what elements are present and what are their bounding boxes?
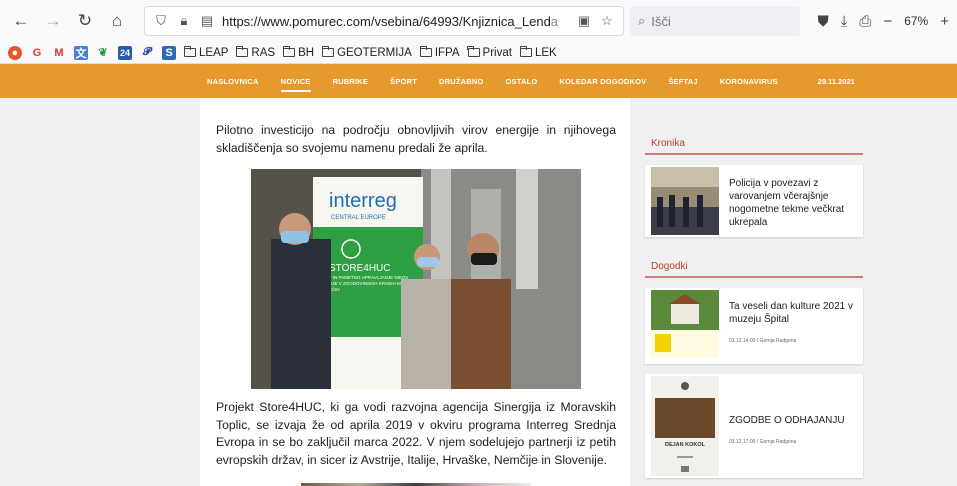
permissions-icon[interactable]: ▤ <box>199 13 215 29</box>
gmail-icon[interactable]: M <box>52 46 66 60</box>
s-icon[interactable]: S <box>162 45 176 60</box>
nav-item[interactable]: RUBRIKE <box>333 77 369 86</box>
zoom-in-icon[interactable]: + <box>940 13 949 30</box>
page-content: Pilotno investicijo na področju obnovlji… <box>0 98 957 486</box>
event1-title[interactable]: Ta veseli dan kulture 2021 v muzeju Špit… <box>729 290 857 326</box>
pocket-icon[interactable]: ⛊ <box>818 13 829 30</box>
article-photo[interactable]: interreg CENTRAL EUROPE STORE4HUC UČITEV… <box>251 169 581 389</box>
folder-icon <box>467 46 480 57</box>
section-title-kronika[interactable]: Kronika <box>645 98 863 155</box>
photo-illustration: interreg CENTRAL EUROPE STORE4HUC UČITEV… <box>251 169 581 389</box>
browser-toolbar: ← → ↻ ⌂ ⛉ 🔒︎ ▤ https://www.pomurec.com/v… <box>0 0 957 42</box>
back-arrow-icon[interactable]: ← <box>8 8 34 34</box>
svg-text:interreg: interreg <box>329 190 397 212</box>
reader-view-icon[interactable]: ▣ <box>576 13 592 29</box>
event-card-2[interactable]: DEJAN KOKOL ZGODBE O ODHAJANJU 03.12.17:… <box>645 374 863 478</box>
download-icon[interactable]: ⤓ <box>841 13 848 30</box>
bookmark-folder-lek[interactable]: LEK <box>519 46 557 59</box>
zoom-out-icon[interactable]: − <box>883 13 892 30</box>
bookmark-folder-leap[interactable]: LEAP <box>183 46 228 59</box>
kronika-card[interactable]: Policija v povezavi z varovanjem včerajš… <box>645 165 863 237</box>
search-bar[interactable]: ⌕ Išči <box>630 6 800 36</box>
bookmark-folder-bh[interactable]: BH <box>282 46 314 59</box>
bookmark-star-icon[interactable]: ☆ <box>599 13 615 29</box>
search-icon: ⌕ <box>638 13 646 28</box>
bookmark-logo-icon[interactable]: ● <box>8 45 22 60</box>
bookmark-folder-ras[interactable]: RAS <box>236 46 275 59</box>
event2-thumbnail[interactable]: DEJAN KOKOL <box>651 376 719 476</box>
folder-icon <box>282 46 296 57</box>
folder-icon <box>236 46 249 57</box>
event2-title[interactable]: ZGODBE O ODHAJANJU <box>729 376 845 427</box>
article-body: Projekt Store4HUC, ki ga vodi razvojna a… <box>216 400 616 467</box>
bookmark-folder-geotermija[interactable]: GEOTERMIJA <box>321 46 412 59</box>
site-date: 29.11.2021 <box>817 76 855 86</box>
toolbar-right: ⛊ ⤓ ⎙ − 67% + <box>818 13 949 30</box>
svg-text:CENTRAL EUROPE: CENTRAL EUROPE <box>331 215 386 221</box>
kronika-headline[interactable]: Policija v povezavi z varovanjem včerajš… <box>729 167 857 235</box>
translate-icon[interactable]: 文 <box>74 45 88 60</box>
home-icon[interactable]: ⌂ <box>104 8 130 34</box>
folder-icon <box>183 46 196 57</box>
forward-arrow-icon[interactable]: → <box>40 8 66 34</box>
nav-item[interactable]: NASLOVNICA <box>207 77 259 86</box>
folder-icon <box>419 46 432 57</box>
nav-item[interactable]: ŠPORT <box>390 77 417 86</box>
article: Pilotno investicijo na področju obnovlji… <box>200 98 630 486</box>
nav-item-active[interactable]: NOVICE <box>280 77 311 92</box>
print-icon[interactable]: ⎙ <box>859 13 871 30</box>
lock-icon[interactable]: 🔒︎ <box>176 13 192 29</box>
bookmark-folder-ifpa[interactable]: IFPA <box>419 46 460 59</box>
news24-icon[interactable]: 24 <box>118 45 132 60</box>
zoom-level[interactable]: 67% <box>904 14 928 28</box>
bookmark-folder-privat[interactable]: Privat <box>467 46 512 59</box>
google-icon[interactable]: G <box>30 46 44 60</box>
kronika-thumbnail[interactable] <box>651 167 719 235</box>
nav-item[interactable]: OSTALO <box>506 77 538 86</box>
folder-icon <box>321 46 335 57</box>
event2-meta: 03.12.17:00 / Gornja Radgona <box>729 439 797 445</box>
event-card-1[interactable]: Ta veseli dan kulture 2021 v muzeju Špit… <box>645 288 863 364</box>
event2-author: DEJAN KOKOL <box>664 442 706 448</box>
event1-meta: 03.12.14:00 / Gornja Radgona <box>729 338 797 344</box>
url-text[interactable]: https://www.pomurec.com/vsebina/64993/Kn… <box>222 14 569 29</box>
nav-item[interactable]: KORONAVIRUS <box>720 77 778 86</box>
sidebar: Kronika Policija v povezavi z varovanjem… <box>645 98 863 478</box>
section-title-dogodki[interactable]: Dogodki <box>645 237 863 278</box>
pen-icon[interactable]: 𝓟 <box>140 46 154 60</box>
nav-item[interactable]: ŠEFTAJ <box>668 77 697 86</box>
article-intro: Pilotno investicijo na področju obnovlji… <box>216 123 616 155</box>
url-bar[interactable]: ⛉ 🔒︎ ▤ https://www.pomurec.com/vsebina/6… <box>144 6 624 36</box>
nav-item[interactable]: DRUŽABNO <box>439 77 484 86</box>
svg-text:STORE4HUC: STORE4HUC <box>329 263 391 274</box>
nav-item[interactable]: KOLEDAR DOGODKOV <box>559 77 646 86</box>
leaf-icon[interactable]: ❦ <box>96 46 110 60</box>
folder-icon <box>519 46 532 57</box>
bookmarks-toolbar: ● G M 文 ❦ 24 𝓟 S LEAP RAS BH GEOTERMIJA … <box>0 42 957 64</box>
browser-window: ← → ↻ ⌂ ⛉ 🔒︎ ▤ https://www.pomurec.com/v… <box>0 0 957 486</box>
shield-icon[interactable]: ⛉ <box>153 13 169 29</box>
search-placeholder: Išči <box>651 13 671 29</box>
reload-icon[interactable]: ↻ <box>72 8 98 34</box>
site-navigation: NASLOVNICA NOVICE RUBRIKE ŠPORT DRUŽABNO… <box>0 64 957 98</box>
event1-thumbnail[interactable] <box>651 290 719 358</box>
